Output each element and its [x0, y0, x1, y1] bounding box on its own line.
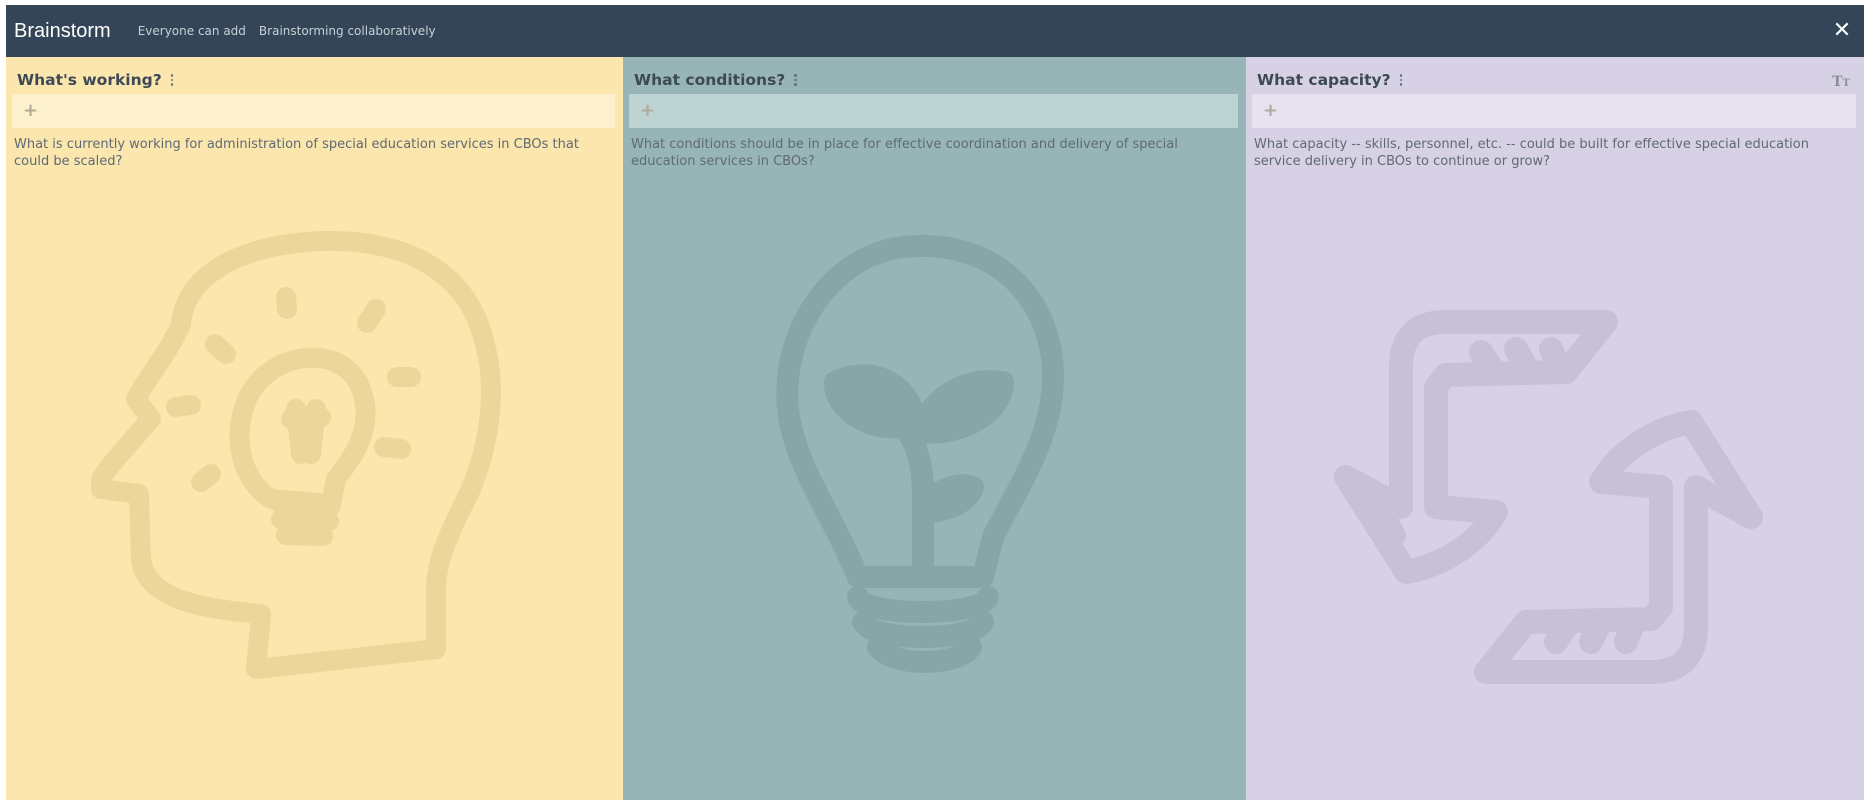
plus-icon: + [640, 100, 656, 121]
permission-label: Everyone can add [137, 24, 246, 38]
head-with-lightbulb-icon [91, 230, 501, 679]
plus-icon: + [1263, 100, 1279, 121]
column-title: What's working? [17, 71, 162, 89]
column-menu-icon[interactable] [792, 72, 799, 88]
column-header: What capacity? [1257, 69, 1405, 91]
column-header: What's working? [17, 69, 176, 91]
add-idea-button[interactable]: + [1252, 94, 1856, 128]
column-title: What capacity? [1257, 71, 1391, 89]
close-icon[interactable]: ✕ [1830, 19, 1854, 43]
column-description: What is currently working for administra… [14, 137, 579, 169]
column-what-capacity: What capacity? TT + What capacity -- ski… [1246, 57, 1864, 800]
column-what-conditions: What conditions? + What conditions shoul… [623, 57, 1246, 800]
plus-icon: + [23, 100, 39, 121]
column-description: What conditions should be in place for e… [631, 137, 1178, 169]
mode-label: Brainstorming collaboratively [258, 24, 436, 38]
cycle-arrows-icon [1334, 310, 1763, 684]
brainstorm-app: Brainstorm Everyone can add Brainstormin… [6, 5, 1864, 800]
column-menu-icon[interactable] [1398, 72, 1405, 88]
add-idea-button[interactable]: + [12, 94, 615, 128]
column-header: What conditions? [634, 69, 799, 91]
lightbulb-with-sprout-icon [776, 234, 1064, 673]
top-bar: Brainstorm Everyone can add Brainstormin… [6, 5, 1864, 57]
column-title: What conditions? [634, 71, 786, 89]
column-description: What capacity -- skills, personnel, etc.… [1254, 137, 1809, 169]
column-whats-working: What's working? + What is currently work… [6, 57, 623, 800]
page-title: Brainstorm [14, 19, 111, 42]
text-size-icon[interactable]: TT [1832, 71, 1850, 90]
column-menu-icon[interactable] [169, 72, 176, 88]
columns-container: What's working? + What is currently work… [6, 57, 1864, 800]
add-idea-button[interactable]: + [629, 94, 1238, 128]
